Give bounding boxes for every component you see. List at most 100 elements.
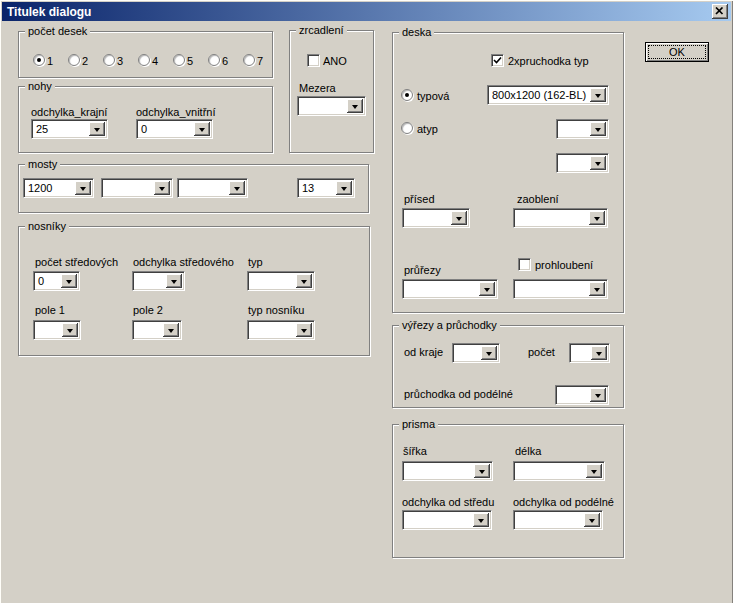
ano-checkbox[interactable] [307, 54, 320, 67]
dropdown-button[interactable] [589, 282, 605, 296]
pruchodka-od-podelne-label: průchodka od podélné [404, 388, 513, 400]
mosty-combo-1[interactable]: 1200 [23, 178, 94, 198]
odchylka-stredoveho-label: odchylka středového [133, 256, 234, 268]
dropdown-button[interactable] [229, 181, 245, 195]
dropdown-button[interactable] [296, 274, 312, 288]
group-prisma-title: prisma [399, 418, 438, 431]
window-title: Titulek dialogu [7, 5, 91, 19]
radio-pocet-1[interactable] [33, 54, 45, 66]
delka-combo[interactable] [513, 461, 605, 481]
odchylka-vnitrni-combo[interactable]: 0 [136, 119, 213, 139]
dropdown-button[interactable] [75, 181, 91, 195]
odchylka-krajni-label: odchylka_krajní [31, 106, 107, 118]
chevron-down-icon [352, 105, 358, 109]
mosty-combo-2[interactable] [101, 178, 173, 198]
dropdown-button[interactable] [590, 156, 606, 170]
odchylka-stredoveho-combo[interactable] [132, 271, 185, 291]
dropdown-button[interactable] [194, 122, 210, 136]
atyp-radio[interactable] [401, 122, 413, 134]
dropdown-button[interactable] [336, 181, 352, 195]
pruchodka-typ-checkbox[interactable] [491, 54, 504, 67]
prised-combo[interactable] [402, 208, 470, 228]
pruchodka-typ-label: 2xpruchodka typ [508, 55, 589, 67]
group-mosty-title: mosty [25, 158, 60, 171]
dropdown-button[interactable] [154, 181, 170, 195]
chevron-down-icon [301, 329, 307, 333]
dropdown-button[interactable] [296, 323, 312, 337]
dropdown-button[interactable] [584, 513, 600, 527]
od-kraje-combo[interactable] [452, 343, 500, 363]
title-bar[interactable]: Titulek dialogu [2, 2, 731, 21]
radio-pocet-5[interactable] [173, 54, 185, 66]
radio-pocet-3[interactable] [103, 54, 115, 66]
odchylka-od-stredu-combo[interactable] [402, 510, 492, 530]
dropdown-button[interactable] [347, 99, 363, 113]
dropdown-button[interactable] [481, 346, 497, 360]
dropdown-button[interactable] [590, 122, 606, 136]
odchylka-krajni-value: 25 [36, 123, 48, 135]
pocet-stredovych-combo[interactable]: 0 [33, 271, 80, 291]
chevron-down-icon [456, 217, 462, 221]
dropdown-button[interactable] [89, 122, 105, 136]
chevron-down-icon [591, 470, 597, 474]
dropdown-button[interactable] [589, 211, 605, 225]
atyp-combo-1[interactable] [556, 119, 609, 139]
sirka-combo[interactable] [402, 461, 493, 481]
pocet-label: počet [528, 346, 555, 358]
radio-pocet-6[interactable] [208, 54, 220, 66]
typ-combo[interactable] [247, 271, 315, 291]
prohloubeni-combo[interactable] [513, 279, 608, 299]
prohloubeni-checkbox[interactable] [518, 258, 531, 271]
pole-2-combo[interactable] [132, 320, 182, 340]
dropdown-button[interactable] [62, 323, 78, 337]
chevron-down-icon [171, 280, 177, 284]
dropdown-button[interactable] [590, 88, 606, 102]
ok-button[interactable]: OK [645, 42, 709, 62]
chevron-down-icon [595, 94, 601, 98]
pruchodka-od-podelne-combo[interactable] [555, 385, 609, 405]
dropdown-button[interactable] [473, 513, 489, 527]
typ-nosniku-label: typ nosníku [248, 304, 304, 316]
typova-label: typová [417, 90, 449, 102]
chevron-down-icon [596, 352, 602, 356]
pocet-stredovych-label: počet středových [35, 256, 118, 268]
chevron-down-icon [595, 128, 601, 132]
prurezy-combo[interactable] [402, 279, 498, 299]
group-nohy-title: nohy [25, 80, 55, 93]
radio-dot [37, 58, 41, 62]
typova-radio[interactable] [401, 89, 413, 101]
radio-pocet-2[interactable] [68, 54, 80, 66]
typ-nosniku-combo[interactable] [247, 320, 315, 340]
mosty-combo-3[interactable] [177, 178, 248, 198]
atyp-combo-2[interactable] [556, 153, 609, 173]
zaobleni-combo[interactable] [513, 208, 608, 228]
dropdown-button[interactable] [451, 211, 467, 225]
odchylka-vnitrni-value: 0 [141, 123, 147, 135]
prised-label: přísed [404, 193, 435, 205]
chevron-down-icon [595, 394, 601, 398]
radio-pocet-7[interactable] [243, 54, 255, 66]
dropdown-button[interactable] [479, 282, 495, 296]
dropdown-button[interactable] [474, 464, 490, 478]
typova-combo[interactable]: 800x1200 (162-BL) [487, 85, 609, 105]
chevron-down-icon [484, 288, 490, 292]
mezera-combo[interactable] [297, 96, 366, 116]
check-icon [493, 56, 502, 65]
odchylka-od-podelne-combo[interactable] [513, 510, 603, 530]
dropdown-button[interactable] [586, 464, 602, 478]
dropdown-button[interactable] [166, 274, 182, 288]
close-button[interactable] [712, 4, 728, 19]
dropdown-button[interactable] [591, 346, 607, 360]
group-pocet-desek-title: počet desek [25, 25, 90, 38]
pocet-combo[interactable] [569, 343, 610, 363]
close-icon [715, 7, 724, 15]
pole-2-label: pole 2 [133, 304, 163, 316]
dropdown-button[interactable] [61, 274, 77, 288]
dropdown-button[interactable] [163, 323, 179, 337]
odchylka-krajni-combo[interactable]: 25 [31, 119, 108, 139]
dropdown-button[interactable] [590, 388, 606, 402]
radio-pocet-2-label: 2 [82, 55, 88, 67]
mosty-combo-4[interactable]: 13 [297, 178, 355, 198]
pole-1-combo[interactable] [33, 320, 81, 340]
radio-pocet-4[interactable] [138, 54, 150, 66]
